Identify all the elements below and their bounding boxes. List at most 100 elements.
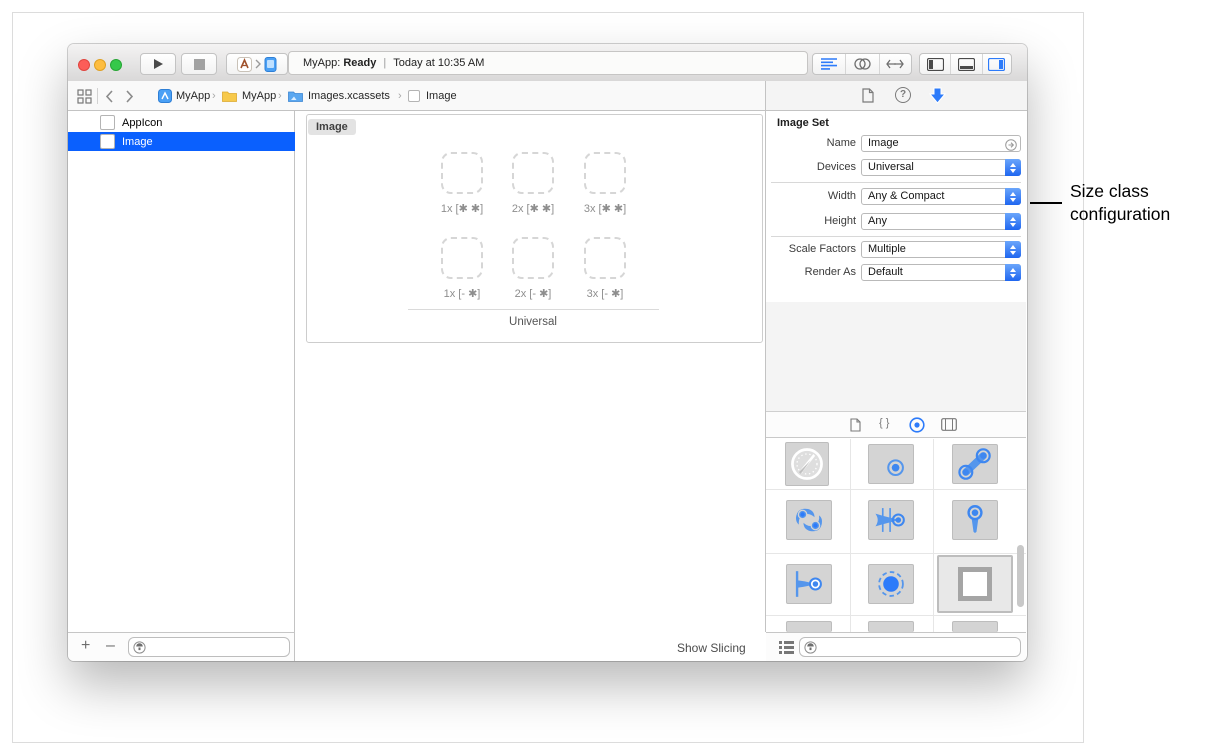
bar-attachment-icon: [787, 564, 831, 604]
devices-popup[interactable]: Universal: [861, 159, 1021, 176]
standard-editor-icon: [821, 58, 837, 70]
render-as-popup[interactable]: Default: [861, 264, 1021, 281]
toggle-debug-area-button[interactable]: [951, 54, 982, 74]
media-item-dashed-circle[interactable]: [868, 564, 914, 604]
media-item-swirl[interactable]: [786, 500, 832, 540]
compass-icon: [787, 444, 827, 484]
width-label: Width: [768, 188, 856, 205]
image-well-1x-any-any[interactable]: [441, 152, 483, 194]
media-item-pin[interactable]: [952, 500, 998, 540]
breadcrumb-project[interactable]: MyApp: [176, 90, 210, 102]
toggle-inspector-button[interactable]: [983, 54, 1011, 74]
image-well-label: 3x [- ✱]: [563, 287, 647, 300]
standard-editor-button[interactable]: [813, 54, 846, 74]
media-item-partial[interactable]: [952, 621, 998, 632]
library-tab-bar: { }: [766, 412, 1026, 438]
name-field[interactable]: Image: [861, 135, 1021, 152]
media-item-center-dot[interactable]: [868, 444, 914, 484]
sidebar-item-appicon[interactable]: AppIcon: [68, 113, 295, 132]
project-icon: [158, 89, 172, 103]
version-editor-button[interactable]: [880, 54, 911, 74]
stop-button[interactable]: [181, 53, 217, 75]
grid-divider: [766, 615, 1026, 616]
library-filter-field[interactable]: [799, 637, 1021, 657]
media-item-blank-image-selected[interactable]: [937, 555, 1013, 613]
add-asset-button[interactable]: +: [81, 636, 90, 656]
media-item-partial[interactable]: [868, 621, 914, 632]
annotation-line-1: Size class: [1070, 180, 1170, 203]
sidebar-bottom-bar: + –: [68, 632, 295, 661]
question-glyph: ?: [900, 89, 906, 100]
image-set-icon: [100, 134, 115, 149]
code-snippet-library-icon[interactable]: { }: [879, 417, 889, 429]
media-item-bar-attachment[interactable]: [786, 564, 832, 604]
image-well-3x-compact-any[interactable]: [584, 237, 626, 279]
image-well-3x-any-any[interactable]: [584, 152, 626, 194]
media-item-compass[interactable]: [785, 442, 829, 486]
close-window-button[interactable]: [78, 59, 90, 71]
breadcrumb-image-set[interactable]: Image: [426, 90, 457, 102]
assistant-editor-button[interactable]: [846, 54, 879, 74]
minimize-window-button[interactable]: [94, 59, 106, 71]
list-view-toggle-icon[interactable]: [779, 641, 794, 654]
image-well-1x-compact-any[interactable]: [441, 237, 483, 279]
toggle-navigator-button[interactable]: [920, 54, 951, 74]
media-item-spray-arrow[interactable]: [868, 500, 914, 540]
remove-asset-button[interactable]: –: [106, 636, 115, 656]
zoom-window-button[interactable]: [110, 59, 122, 71]
annotation-size-class: Size class configuration: [1070, 180, 1170, 226]
scale-factors-popup[interactable]: Multiple: [861, 241, 1021, 258]
stop-icon: [194, 59, 205, 70]
quick-help-inspector-icon[interactable]: ?: [895, 87, 911, 103]
height-popup[interactable]: Any: [861, 213, 1021, 230]
version-editor-icon: [886, 59, 904, 69]
media-item-partial[interactable]: [786, 621, 832, 632]
related-items-icon[interactable]: [77, 89, 92, 104]
image-well-2x-any-any[interactable]: [512, 152, 554, 194]
media-library-icon[interactable]: [909, 417, 925, 433]
width-popup[interactable]: Any & Compact: [861, 188, 1021, 205]
sidebar-item-image[interactable]: Image: [68, 132, 295, 151]
toolbar: MyApp: Ready|Today at 10:35 AM: [68, 44, 1027, 82]
file-inspector-icon[interactable]: [862, 88, 874, 103]
filter-icon: [133, 641, 146, 654]
editor-mode-segmented-control: [812, 53, 912, 75]
object-library-icon[interactable]: [941, 418, 957, 431]
callout-line: [1030, 202, 1062, 204]
grid-divider: [766, 489, 1026, 490]
library-scrollbar-thumb[interactable]: [1017, 545, 1024, 607]
navigate-arrow-icon[interactable]: [1005, 139, 1017, 151]
height-popup-value: Any: [868, 215, 887, 227]
render-as-popup-value: Default: [868, 266, 903, 278]
popup-chevrons-icon: [1005, 159, 1021, 176]
image-set-icon: [408, 90, 420, 102]
blank-image-icon: [958, 567, 992, 601]
inspector-panel-icon: [988, 58, 1005, 71]
sidebar-filter-field[interactable]: [128, 637, 290, 657]
attributes-inspector-icon[interactable]: [929, 87, 946, 104]
image-well-2x-compact-any[interactable]: [512, 237, 554, 279]
show-slicing-button[interactable]: Show Slicing: [677, 641, 746, 655]
field-arrow-icon: [869, 500, 913, 540]
breadcrumb-group[interactable]: MyApp: [242, 90, 276, 102]
idiom-group-label: Universal: [468, 316, 598, 328]
app-icon-set-icon: [100, 115, 115, 130]
go-back-icon[interactable]: [105, 90, 114, 103]
go-forward-icon[interactable]: [125, 90, 134, 103]
scheme-selector[interactable]: [226, 53, 288, 75]
media-item-link[interactable]: [952, 444, 998, 484]
popup-chevrons-icon: [1005, 241, 1021, 258]
name-field-value: Image: [868, 137, 899, 149]
height-label: Height: [768, 213, 856, 230]
file-template-library-icon[interactable]: [850, 418, 861, 432]
breadcrumb-file[interactable]: Images.xcassets: [308, 90, 390, 102]
inspector-separator: [771, 182, 1021, 183]
inspector-selector-bar: ?: [765, 81, 1027, 111]
xcode-project-icon: [237, 57, 252, 72]
chevron-right-icon: [254, 59, 262, 69]
dashed-circle-icon: [869, 564, 913, 604]
library-bottom-bar: [766, 632, 1026, 661]
play-icon: [152, 58, 164, 70]
run-button[interactable]: [140, 53, 176, 75]
devices-popup-value: Universal: [868, 161, 914, 173]
